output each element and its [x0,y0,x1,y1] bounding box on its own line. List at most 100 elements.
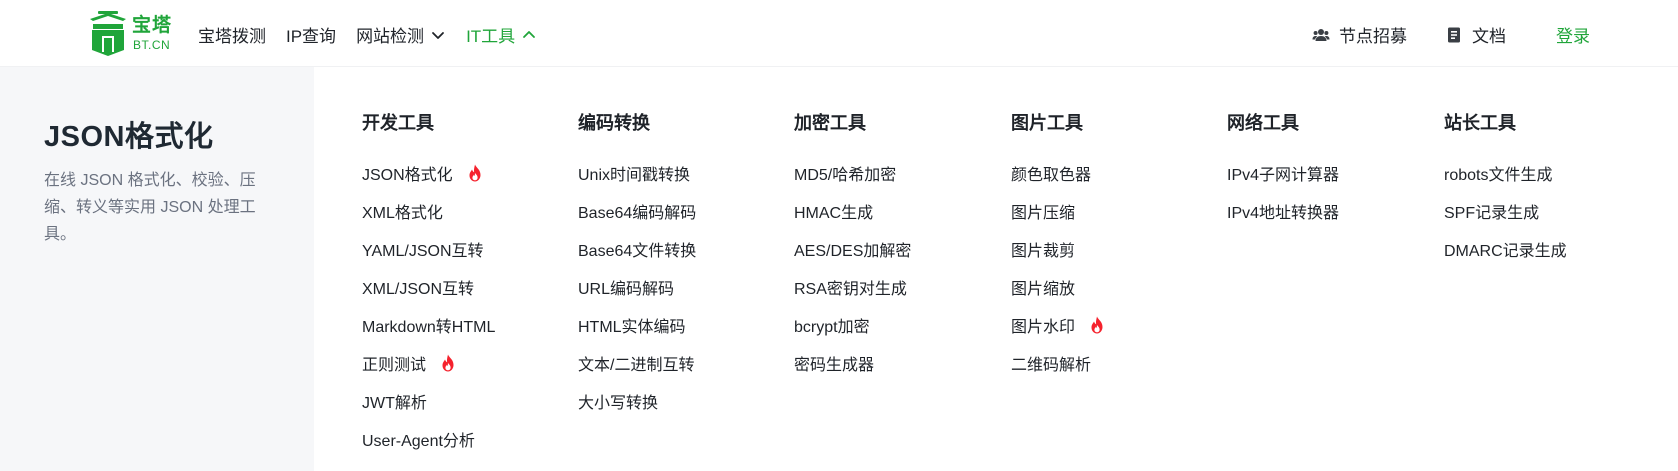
category-network: 网络工具 IPv4子网计算器 IPv4地址转换器 [1227,109,1437,230]
nav-label: IP查询 [286,27,337,46]
tool-label: User-Agent分析 [362,433,475,450]
tool-label: bcrypt加密 [794,319,870,336]
tool-label: Markdown转HTML [362,319,496,336]
chevron-up-icon [523,30,536,38]
tool-link[interactable]: Base64文件转换 [578,230,788,268]
nav-item-site-check[interactable]: 网站检测 [356,22,446,47]
tool-label: 正则测试 [362,357,427,374]
tool-link[interactable]: bcrypt加密 [794,306,1004,344]
nav-item-it-tools[interactable]: IT工具 [466,22,537,47]
tool-label: IPv4子网计算器 [1227,167,1340,184]
nav-item-dial-test[interactable]: 宝塔拨测 [198,22,266,47]
tool-label: DMARC记录生成 [1444,243,1567,260]
tool-link[interactable]: AES/DES加解密 [794,230,1004,268]
tool-label: JSON格式化 [362,167,453,184]
fire-icon [442,354,454,372]
tool-link[interactable]: 密码生成器 [794,344,1004,382]
tool-label: JWT解析 [362,395,427,412]
tool-link[interactable]: XML/JSON互转 [362,268,572,306]
tool-link[interactable]: RSA密钥对生成 [794,268,1004,306]
category-webmaster: 站长工具 robots文件生成 SPF记录生成 DMARC记录生成 [1444,109,1654,268]
tool-label: MD5/哈希加密 [794,167,897,184]
chevron-down-icon [432,31,444,39]
category-encoding: 编码转换 Unix时间戳转换 Base64编码解码 Base64文件转换 URL… [578,109,788,420]
tool-link[interactable]: YAML/JSON互转 [362,230,572,268]
tool-label: XML/JSON互转 [362,281,475,298]
node-recruit-label: 节点招募 [1339,27,1407,46]
document-icon [1448,27,1460,42]
node-recruit-link[interactable]: 节点招募 [1312,22,1407,47]
tool-label: AES/DES加解密 [794,243,912,260]
tool-link[interactable]: 图片裁剪 [1011,230,1221,268]
tool-label: 文本/二进制互转 [578,357,695,374]
tool-link[interactable]: HTML实体编码 [578,306,788,344]
tool-description: 在线 JSON 格式化、校验、压缩、转义等实用 JSON 处理工具。 [44,172,256,243]
category-title: 图片工具 [1011,113,1083,133]
it-tools-dropdown: 开发工具 JSON格式化 XML格式化 YAML/JSON互转 XML/JSON… [314,67,1678,471]
tool-label: Unix时间戳转换 [578,167,691,184]
tool-link[interactable]: 图片压缩 [1011,192,1221,230]
tool-link[interactable]: 图片水印 [1011,306,1221,344]
tool-label: 大小写转换 [578,395,659,412]
main-nav: 宝塔拨测 IP查询 网站检测 IT工具 [198,22,557,47]
tool-link[interactable]: XML格式化 [362,192,572,230]
tool-link[interactable]: 二维码解析 [1011,344,1221,382]
category-title: 站长工具 [1444,113,1516,133]
tool-link[interactable]: 图片缩放 [1011,268,1221,306]
docs-link[interactable]: 文档 [1445,22,1506,47]
tool-label: robots文件生成 [1444,167,1553,184]
docs-label: 文档 [1472,27,1506,46]
tool-link[interactable]: JSON格式化 [362,154,572,192]
tool-link[interactable]: 正则测试 [362,344,572,382]
tool-label: Base64编码解码 [578,205,697,222]
tool-title: JSON格式化 [44,121,214,153]
tool-label: Base64文件转换 [578,243,697,260]
tool-link[interactable]: User-Agent分析 [362,420,572,458]
tool-link[interactable]: 颜色取色器 [1011,154,1221,192]
tool-link[interactable]: Unix时间戳转换 [578,154,788,192]
tool-link[interactable]: 大小写转换 [578,382,788,420]
tool-link[interactable]: 文本/二进制互转 [578,344,788,382]
fire-icon [1091,316,1103,334]
top-header: 宝塔 BT.CN 宝塔拨测 IP查询 网站检测 IT工具 节点招募 文档 登录 [0,0,1678,67]
tool-link[interactable]: Base64编码解码 [578,192,788,230]
tool-link[interactable]: robots文件生成 [1444,154,1654,192]
tool-label: 颜色取色器 [1011,167,1092,184]
category-title: 开发工具 [362,113,434,133]
tool-label: SPF记录生成 [1444,205,1540,222]
nav-label: IT工具 [466,27,516,46]
category-title: 编码转换 [578,113,650,133]
logo-subtext[interactable]: BT.CN [133,38,170,52]
nav-label: 宝塔拨测 [198,27,266,46]
nav-item-ip-lookup[interactable]: IP查询 [286,22,336,47]
tool-link[interactable]: URL编码解码 [578,268,788,306]
nav-label: 网站检测 [356,27,425,46]
tool-label: URL编码解码 [578,281,675,298]
tool-link[interactable]: MD5/哈希加密 [794,154,1004,192]
tool-link[interactable]: JWT解析 [362,382,572,420]
logo-text[interactable]: 宝塔 [132,10,172,37]
category-crypto: 加密工具 MD5/哈希加密 HMAC生成 AES/DES加解密 RSA密钥对生成… [794,109,1004,382]
users-icon [1312,28,1330,41]
tool-link[interactable]: IPv4地址转换器 [1227,192,1437,230]
tool-link[interactable]: SPF记录生成 [1444,192,1654,230]
tool-label: 图片压缩 [1011,205,1076,222]
tool-label: 图片裁剪 [1011,243,1076,260]
category-dev-tools: 开发工具 JSON格式化 XML格式化 YAML/JSON互转 XML/JSON… [362,109,572,458]
header-right-nav: 节点招募 文档 登录 [1274,22,1590,47]
tool-label: 密码生成器 [794,357,875,374]
fire-icon [469,164,481,182]
tool-link[interactable]: DMARC记录生成 [1444,230,1654,268]
tool-link[interactable]: IPv4子网计算器 [1227,154,1437,192]
tool-label: RSA密钥对生成 [794,281,907,298]
login-button[interactable]: 登录 [1556,22,1590,47]
tool-label: HMAC生成 [794,205,874,222]
tool-label: YAML/JSON互转 [362,243,484,260]
tool-label: IPv4地址转换器 [1227,205,1340,222]
tool-label: 图片缩放 [1011,281,1076,298]
category-title: 网络工具 [1227,113,1299,133]
tool-link[interactable]: Markdown转HTML [362,306,572,344]
category-title: 加密工具 [794,113,866,133]
current-tool-panel: JSON格式化 在线 JSON 格式化、校验、压缩、转义等实用 JSON 处理工… [0,67,314,471]
tool-link[interactable]: HMAC生成 [794,192,1004,230]
